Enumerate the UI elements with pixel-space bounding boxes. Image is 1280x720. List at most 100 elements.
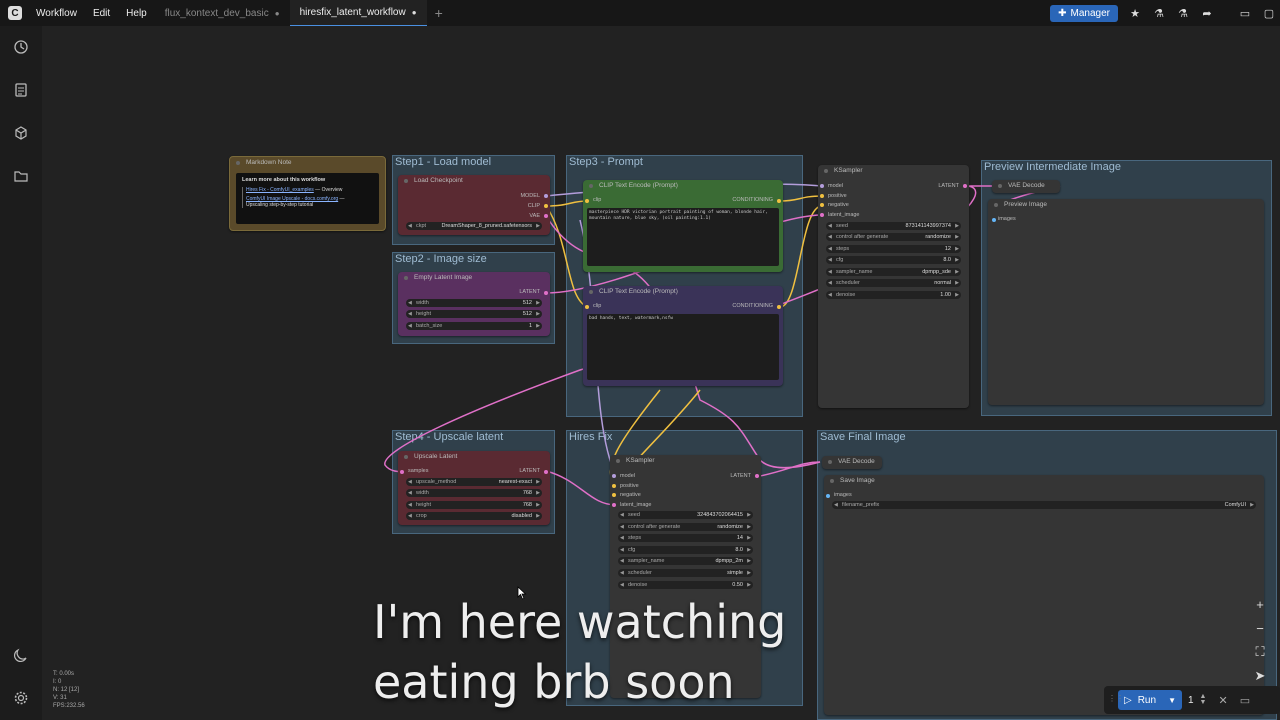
input-positive[interactable]: positive <box>620 483 639 489</box>
slot-dot-icon[interactable] <box>755 474 759 478</box>
control-after-generate-widget[interactable]: control after generate randomize <box>826 233 961 241</box>
slot-dot-icon[interactable] <box>585 199 589 203</box>
slot-dot-icon[interactable] <box>777 199 781 203</box>
slot-dot-icon[interactable] <box>820 203 824 207</box>
slot-dot-icon[interactable] <box>544 291 548 295</box>
link-hires-fix-examples[interactable]: Hires Fix - ComfyUI_examples <box>246 187 314 193</box>
stat-v: V: 31 <box>53 695 67 701</box>
ckpt-name-widget[interactable]: ckpt DreamShaper_8_pruned.safetensors <box>406 222 542 230</box>
node-title: CLIP Text Encode (Prompt) <box>583 180 783 192</box>
crop-widget[interactable]: crop disabled <box>406 512 542 520</box>
upscale-method-widget[interactable]: upscale_method nearest-exact <box>406 478 542 486</box>
slot-dot-icon[interactable] <box>777 305 781 309</box>
denoise-widget[interactable]: denoise 1.00 <box>826 291 961 299</box>
clip-text-encode-negative-node[interactable]: CLIP Text Encode (Prompt) clip CONDITION… <box>583 286 783 386</box>
steps-widget[interactable]: steps 14 <box>618 534 753 542</box>
link-tail: Upscaling step-by-step tutorial <box>246 202 314 208</box>
width-widget[interactable]: width 768 <box>406 489 542 497</box>
slot-dot-icon[interactable] <box>820 184 824 188</box>
ksampler-node[interactable]: KSampler model positive negative latent_… <box>818 165 969 408</box>
batch-size-widget[interactable]: batch_size 1 <box>406 322 542 330</box>
slot-dot-icon[interactable] <box>544 194 548 198</box>
input-samples[interactable]: samples <box>408 468 428 474</box>
filename-prefix-widget[interactable]: filename_prefix ComfyUI <box>832 501 1256 509</box>
batch-count-input[interactable]: 1 <box>1188 695 1194 706</box>
upscale-latent-node[interactable]: Upscale Latent samples LATENT upscale_me… <box>398 451 550 525</box>
vae-decode-node[interactable]: VAE Decode <box>992 180 1060 193</box>
fit-view-icon[interactable]: ⛶ <box>1248 640 1272 664</box>
output-conditioning[interactable]: CONDITIONING <box>732 197 773 203</box>
input-clip[interactable]: clip <box>593 303 601 309</box>
seed-widget[interactable]: seed 324843702064415 <box>618 511 753 519</box>
slot-dot-icon[interactable] <box>820 213 824 217</box>
negative-prompt-textarea[interactable]: bad hands, text, watermark,nsfw <box>587 314 779 380</box>
zoom-out-minus-icon[interactable]: − <box>1248 616 1272 640</box>
cfg-widget[interactable]: cfg 8.0 <box>618 546 753 554</box>
input-model[interactable]: model <box>828 183 843 189</box>
pointer-mode-icon[interactable]: ➤ <box>1248 664 1272 688</box>
output-conditioning[interactable]: CONDITIONING <box>732 303 773 309</box>
output-latent[interactable]: LATENT <box>938 183 959 189</box>
zoom-in-plus-icon[interactable]: + <box>1248 592 1272 616</box>
output-latent[interactable]: LATENT <box>519 289 540 295</box>
clip-text-encode-positive-node[interactable]: CLIP Text Encode (Prompt) clip CONDITION… <box>583 180 783 272</box>
slot-dot-icon[interactable] <box>544 214 548 218</box>
scheduler-widget[interactable]: scheduler simple <box>618 569 753 577</box>
output-model[interactable]: MODEL <box>520 193 540 199</box>
slot-dot-icon[interactable] <box>544 204 548 208</box>
slot-dot-icon[interactable] <box>612 493 616 497</box>
steps-widget[interactable]: steps 12 <box>826 245 961 253</box>
queue-panel-icon[interactable]: ▭ <box>1240 694 1250 707</box>
slot-dot-icon[interactable] <box>992 218 996 222</box>
input-negative[interactable]: negative <box>620 492 641 498</box>
slot-dot-icon[interactable] <box>612 503 616 507</box>
slot-dot-icon[interactable] <box>612 484 616 488</box>
drag-handle-icon[interactable]: ⋮⋮ <box>1108 694 1124 703</box>
markdown-note-node[interactable]: Markdown Note Learn more about this work… <box>229 156 386 231</box>
input-model[interactable]: model <box>620 473 635 479</box>
widget-label: crop <box>416 513 427 519</box>
slot-dot-icon[interactable] <box>544 470 548 474</box>
cfg-widget[interactable]: cfg 8.0 <box>826 256 961 264</box>
prompt-textarea[interactable]: masterpiece HDR victorian portrait paint… <box>587 208 779 266</box>
save-image-node[interactable]: Save Image images filename_prefix ComfyUI <box>824 475 1264 715</box>
scheduler-widget[interactable]: scheduler normal <box>826 279 961 287</box>
slot-dot-icon[interactable] <box>400 470 404 474</box>
chevron-down-icon[interactable]: ▼ <box>1168 696 1176 705</box>
denoise-widget[interactable]: denoise 0.50 <box>618 581 753 589</box>
load-checkpoint-node[interactable]: Load Checkpoint MODEL CLIP VAE ckpt Dream… <box>398 175 550 235</box>
control-after-generate-widget[interactable]: control after generate randomize <box>618 523 753 531</box>
input-images[interactable]: images <box>998 216 1016 222</box>
slot-dot-icon[interactable] <box>826 494 830 498</box>
sampler-name-widget[interactable]: sampler_name dpmpp_sde <box>826 268 961 276</box>
empty-latent-node[interactable]: Empty Latent Image LATENT width 512 heigh… <box>398 272 550 336</box>
sampler-name-widget[interactable]: sampler_name dpmpp_2m <box>618 557 753 565</box>
count-stepper-icon[interactable]: ▲ ▼ <box>1200 693 1207 706</box>
widget-label: seed <box>836 223 848 229</box>
input-negative[interactable]: negative <box>828 202 849 208</box>
output-latent[interactable]: LATENT <box>730 473 751 479</box>
preview-image-node[interactable]: Preview Image images <box>988 199 1264 405</box>
slot-dot-icon[interactable] <box>585 305 589 309</box>
vae-decode-final-node[interactable]: VAE Decode <box>822 456 882 469</box>
output-vae[interactable]: VAE <box>529 213 540 219</box>
input-latent-image[interactable]: latent_image <box>828 212 860 218</box>
input-positive[interactable]: positive <box>828 193 847 199</box>
slot-dot-icon[interactable] <box>963 184 967 188</box>
slot-dot-icon[interactable] <box>820 194 824 198</box>
widget-label: steps <box>836 246 850 252</box>
cancel-close-icon[interactable]: ✕ <box>1218 694 1227 707</box>
input-clip[interactable]: clip <box>593 197 601 203</box>
slot-dot-icon[interactable] <box>612 474 616 478</box>
run-button[interactable]: ▷ Run ▼ <box>1118 690 1182 710</box>
height-widget[interactable]: height 768 <box>406 501 542 509</box>
output-latent[interactable]: LATENT <box>519 468 540 474</box>
width-widget[interactable]: width 512 <box>406 299 542 307</box>
widget-value: 8.0 <box>943 257 951 263</box>
output-clip[interactable]: CLIP <box>528 203 540 209</box>
height-widget[interactable]: height 512 <box>406 310 542 318</box>
input-latent-image[interactable]: latent_image <box>620 502 652 508</box>
seed-widget[interactable]: seed 873141143997374 <box>826 222 961 230</box>
input-images[interactable]: images <box>834 492 852 498</box>
stream-overlay-caption: I'm here watching eating brb soon <box>373 592 786 712</box>
